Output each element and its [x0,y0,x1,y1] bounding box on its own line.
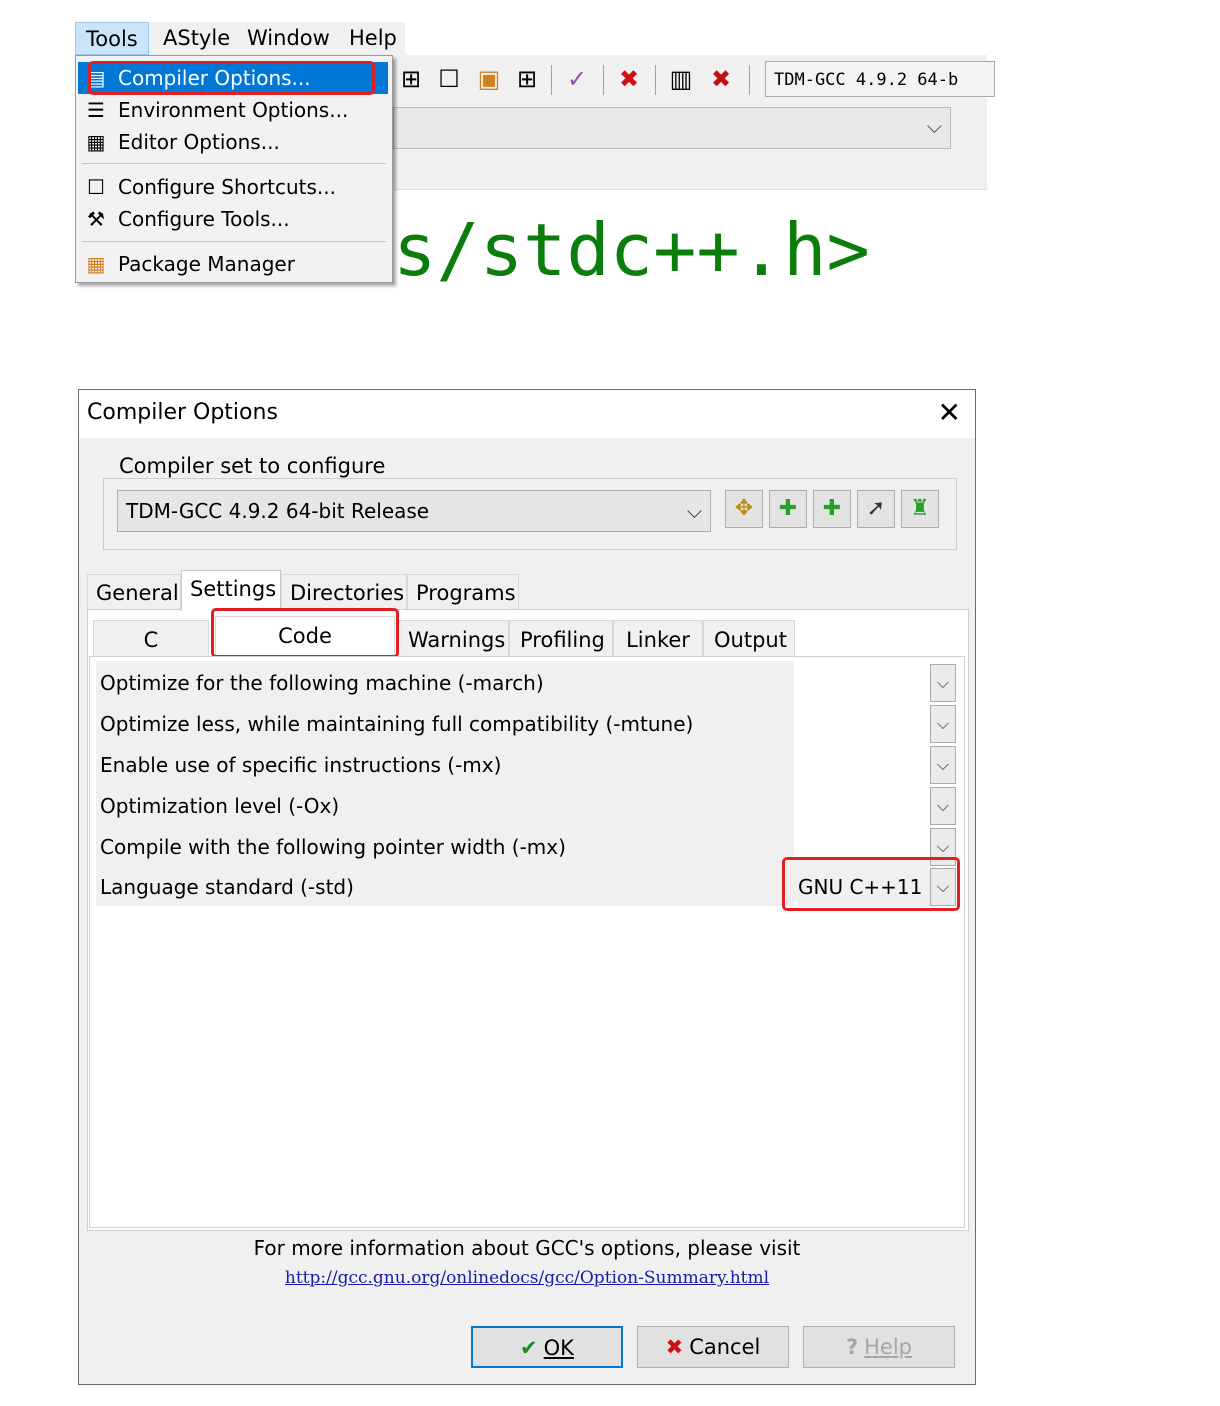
subtab-linker[interactable]: Linker [613,620,703,658]
option-dropdown-mtune[interactable]: ⌵ [930,705,956,743]
option-dropdown-mx-instructions[interactable]: ⌵ [930,746,956,784]
rename-compiler-button[interactable]: ➚ [857,490,895,528]
help-icon: ? [845,1335,859,1359]
tab-settings[interactable]: Settings [181,570,281,611]
find-compilers-button[interactable]: ✥ [725,490,763,528]
window-icon[interactable]: ☐ [435,65,463,93]
compiler-set-select[interactable]: TDM-GCC 4.9.2 64-bit Release ⌵ [117,490,711,532]
menu-item-configure-shortcuts[interactable]: ☐ Configure Shortcuts... [78,171,388,203]
cancel-icon: ✖ [665,1335,684,1359]
subtab-output[interactable]: Output [703,620,795,658]
cancel-label: Cancel [689,1335,761,1359]
function-combo[interactable]: ⌵ [393,107,951,149]
option-dropdown-march[interactable]: ⌵ [930,664,956,702]
editor-options-icon: ▦ [86,130,106,154]
menu-item-label: Configure Shortcuts... [118,175,336,199]
menu-item-label: Configure Tools... [118,207,290,231]
ok-label: OK [543,1336,574,1360]
close-icon[interactable]: ✕ [938,396,961,430]
option-dropdown-optimization-level[interactable]: ⌵ [930,787,956,825]
menu-tools[interactable]: Tools [75,22,149,55]
subtab-warnings[interactable]: Warnings [397,620,509,658]
highlight-box [211,608,399,658]
check-icon: ✔ [520,1336,538,1360]
chevron-down-icon: ⌵ [686,499,702,523]
highlight-box [88,61,375,95]
menu-item-label: Package Manager [118,252,295,276]
menu-item-package-manager[interactable]: ▦ Package Manager [78,248,388,280]
add-empty-compiler-button[interactable]: ✚ [769,490,807,528]
option-label-language-standard: Language standard (-std) [100,875,354,899]
chart-icon[interactable]: ▥ [667,65,695,93]
menu-bar: Tools AStyle Window Help [75,22,405,55]
gcc-options-link[interactable]: http://gcc.gnu.org/onlinedocs/gcc/Option… [79,1268,975,1288]
tab-general[interactable]: General [87,574,181,610]
menu-astyle[interactable]: AStyle [153,22,240,55]
subtab-c-options[interactable]: C options [93,620,209,690]
check-icon[interactable]: ✓ [563,65,591,93]
shortcuts-icon: ☐ [87,175,105,199]
help-label: Help [864,1335,913,1359]
tab-directories[interactable]: Directories [281,574,407,610]
function-combo-strip: ⌵ [393,103,987,190]
tools-dropdown-menu: ▤ Compiler Options... ☰ Environment Opti… [75,55,393,283]
option-label-optimization-level: Optimization level (-Ox) [100,794,340,818]
option-label-mtune: Optimize less, while maintaining full co… [100,712,694,736]
compiler-set-value: TDM-GCC 4.9.2 64-bit Release [126,499,430,523]
environment-options-icon: ☰ [87,98,105,122]
tile-icon[interactable]: ⊞ [397,65,425,93]
menu-window[interactable]: Window [237,22,340,55]
compiler-options-dialog: Compiler Options ✕ Compiler set to confi… [78,389,976,1385]
option-label-mx-instructions: Enable use of specific instructions (-mx… [100,753,502,777]
menu-item-environment-options[interactable]: ☰ Environment Options... [78,94,388,126]
menu-item-label: Editor Options... [118,130,280,154]
tab-programs[interactable]: Programs [407,574,519,610]
info-text: For more information about GCC's options… [253,1236,801,1260]
layout-icon[interactable]: ▣ [475,65,503,93]
help-button[interactable]: ? Help [803,1326,955,1368]
delete-chart-icon[interactable]: ✖ [707,65,735,93]
option-label-march: Optimize for the following machine (-mar… [100,671,544,695]
highlight-box [782,857,960,911]
delete-compiler-button[interactable]: ♜ [901,490,939,528]
compiler-set-label: Compiler set to configure [113,454,392,478]
menu-item-label: Environment Options... [118,98,349,122]
subtab-profiling[interactable]: Profiling [509,620,613,658]
dialog-title: Compiler Options [87,400,278,425]
add-compiler-folder-button[interactable]: ✚ [813,490,851,528]
package-manager-icon: ▦ [86,252,106,276]
menu-item-configure-tools[interactable]: ⚒ Configure Tools... [78,203,388,235]
toolbar: ⊞ ☐ ▣ ⊞ ✓ ✖ ▥ ✖ TDM-GCC 4.9.2 64-b [393,55,995,104]
menu-item-editor-options[interactable]: ▦ Editor Options... [78,126,388,158]
stop-icon[interactable]: ✖ [615,65,643,93]
code-generation-panel: Optimize for the following machine (-mar… [89,656,965,1228]
option-label-pointer-width: Compile with the following pointer width… [100,835,566,859]
grid-icon[interactable]: ⊞ [513,65,541,93]
compiler-select[interactable]: TDM-GCC 4.9.2 64-b [765,61,995,97]
menu-help[interactable]: Help [339,22,407,55]
cancel-button[interactable]: ✖ Cancel [637,1326,789,1368]
tools-icon: ⚒ [87,207,105,231]
editor-code-fragment: s/stdc++.h> [393,208,870,292]
ok-button[interactable]: ✔ OK [471,1326,623,1368]
chevron-down-icon: ⌵ [926,114,942,138]
dialog-titlebar: Compiler Options ✕ [79,390,975,438]
